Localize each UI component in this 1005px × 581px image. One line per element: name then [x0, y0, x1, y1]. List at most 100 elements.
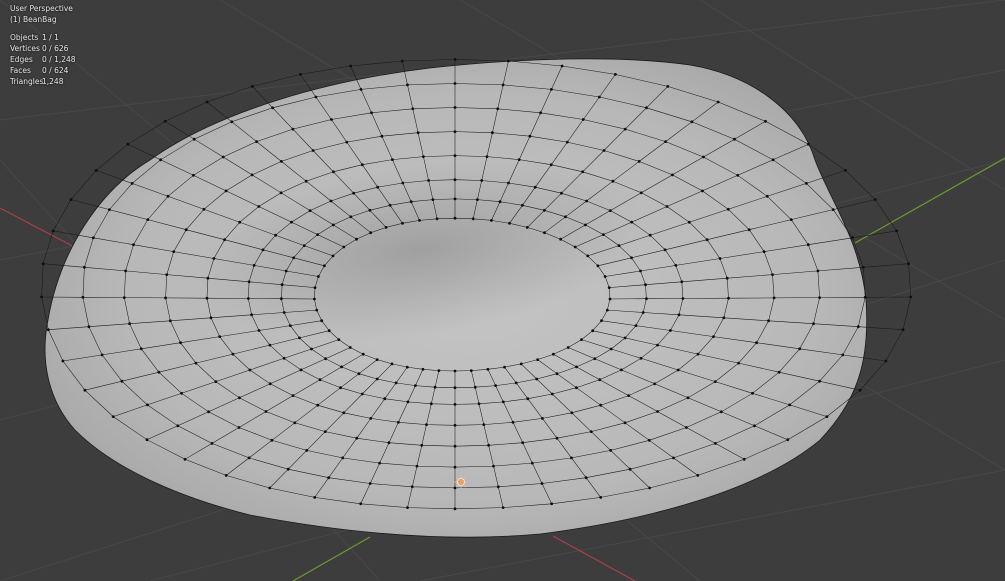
- mesh-vertex: [126, 142, 130, 146]
- mesh-vertex: [437, 369, 441, 372]
- mesh-vertex: [501, 83, 505, 87]
- mesh-vertex: [237, 426, 241, 429]
- mesh-vertex: [805, 182, 808, 185]
- mesh-vertex: [685, 426, 688, 429]
- mesh-vertex: [494, 384, 497, 387]
- mesh-vertex: [361, 352, 365, 356]
- mesh-vertex: [313, 286, 317, 289]
- mesh-vertex: [406, 83, 409, 87]
- mesh-vertex: [552, 352, 555, 356]
- mesh-vertex: [268, 486, 272, 490]
- beanbag-mesh[interactable]: [40, 58, 913, 538]
- mesh-vertex: [406, 506, 409, 509]
- mesh-vertex: [530, 461, 534, 465]
- mesh-vertex: [609, 347, 613, 351]
- mesh-vertex: [453, 465, 457, 469]
- mesh-vertex: [342, 411, 346, 415]
- object-origin-icon: [454, 475, 468, 489]
- mesh-vertex: [164, 296, 168, 300]
- mesh-vertex: [543, 231, 546, 235]
- mesh-vertex: [701, 189, 704, 193]
- mesh-vertex: [617, 244, 621, 248]
- mesh-vertex: [324, 357, 327, 361]
- mesh-vertex: [280, 283, 284, 287]
- mesh-vertex: [501, 400, 505, 404]
- mesh-vertex: [282, 356, 286, 360]
- mesh-vertex: [586, 254, 590, 258]
- mesh-vertex: [669, 329, 672, 332]
- mesh-vertex: [639, 269, 642, 273]
- mesh-vertex: [630, 220, 634, 224]
- mesh-vertex: [375, 358, 379, 361]
- mesh-vertex: [486, 367, 490, 371]
- mesh-vertex: [91, 236, 95, 240]
- mesh-vertex: [485, 155, 489, 159]
- mesh-vertex: [666, 85, 670, 88]
- mesh-vertex: [696, 474, 700, 477]
- mesh-vertex: [246, 297, 250, 300]
- mesh-vertex: [786, 438, 790, 442]
- mesh-vertex: [550, 392, 554, 396]
- mesh-vertex: [482, 423, 486, 426]
- mesh-vertex: [146, 218, 150, 222]
- mesh-vertex: [194, 361, 198, 365]
- mesh-vertex: [742, 457, 746, 461]
- mesh-vertex: [681, 297, 685, 300]
- mesh-vertex: [496, 107, 500, 111]
- stat-vertices: Vertices 0 / 626: [10, 43, 76, 54]
- mesh-vertex: [718, 257, 722, 260]
- mesh-vertex: [409, 200, 413, 204]
- mesh-vertex: [844, 169, 847, 172]
- mesh-vertex: [376, 185, 380, 189]
- mesh-vertex: [608, 297, 612, 301]
- mesh-vertex: [94, 169, 98, 172]
- mesh-vertex: [40, 295, 43, 299]
- mesh-vertex: [250, 313, 254, 317]
- mesh-vertex: [313, 297, 316, 301]
- mesh-vertex: [858, 388, 862, 392]
- mesh-vertex: [176, 424, 180, 428]
- mesh-vertex: [139, 347, 143, 351]
- mesh-vertex: [620, 368, 623, 372]
- mesh-vertex: [221, 155, 225, 159]
- mesh-vertex: [410, 485, 414, 489]
- mesh-vertex: [391, 158, 394, 162]
- mesh-vertex: [355, 237, 358, 241]
- mesh-vertex: [270, 438, 274, 442]
- mesh-vertex: [130, 182, 134, 185]
- mesh-vertex: [280, 297, 283, 301]
- mesh-vertex: [406, 400, 410, 404]
- mesh-vertex: [511, 420, 515, 424]
- mesh-vertex: [453, 130, 457, 134]
- 3d-viewport[interactable]: [0, 0, 1005, 581]
- mesh-vertex: [304, 179, 308, 183]
- mesh-vertex: [369, 417, 373, 420]
- mesh-vertex: [83, 265, 86, 269]
- mesh-vertex: [83, 388, 87, 392]
- mesh-vertex: [628, 467, 632, 471]
- mesh-vertex: [388, 203, 392, 207]
- mesh-vertex: [247, 280, 251, 284]
- mesh-vertex: [536, 358, 539, 361]
- mesh-vertex: [165, 273, 169, 276]
- mesh-vertex: [180, 391, 184, 395]
- mesh-vertex: [124, 269, 127, 273]
- mesh-vertex: [205, 296, 209, 300]
- mesh-vertex: [323, 264, 326, 268]
- mesh-vertex: [331, 254, 335, 258]
- mesh-vertex: [400, 59, 404, 63]
- mesh-vertex: [492, 464, 495, 468]
- mesh-vertex: [453, 82, 457, 85]
- mesh-vertex: [570, 411, 574, 415]
- mesh-vertex: [560, 64, 564, 68]
- mesh-vertex: [559, 237, 562, 241]
- mesh-vertex: [690, 120, 694, 124]
- mesh-vertex: [348, 346, 352, 349]
- mesh-vertex: [656, 343, 659, 347]
- mesh-vertex: [224, 189, 228, 193]
- mesh-vertex: [179, 341, 182, 345]
- mesh-vertex: [593, 357, 597, 361]
- mesh-vertex: [359, 88, 363, 91]
- mesh-vertex: [81, 295, 85, 299]
- mesh-vertex: [564, 215, 567, 219]
